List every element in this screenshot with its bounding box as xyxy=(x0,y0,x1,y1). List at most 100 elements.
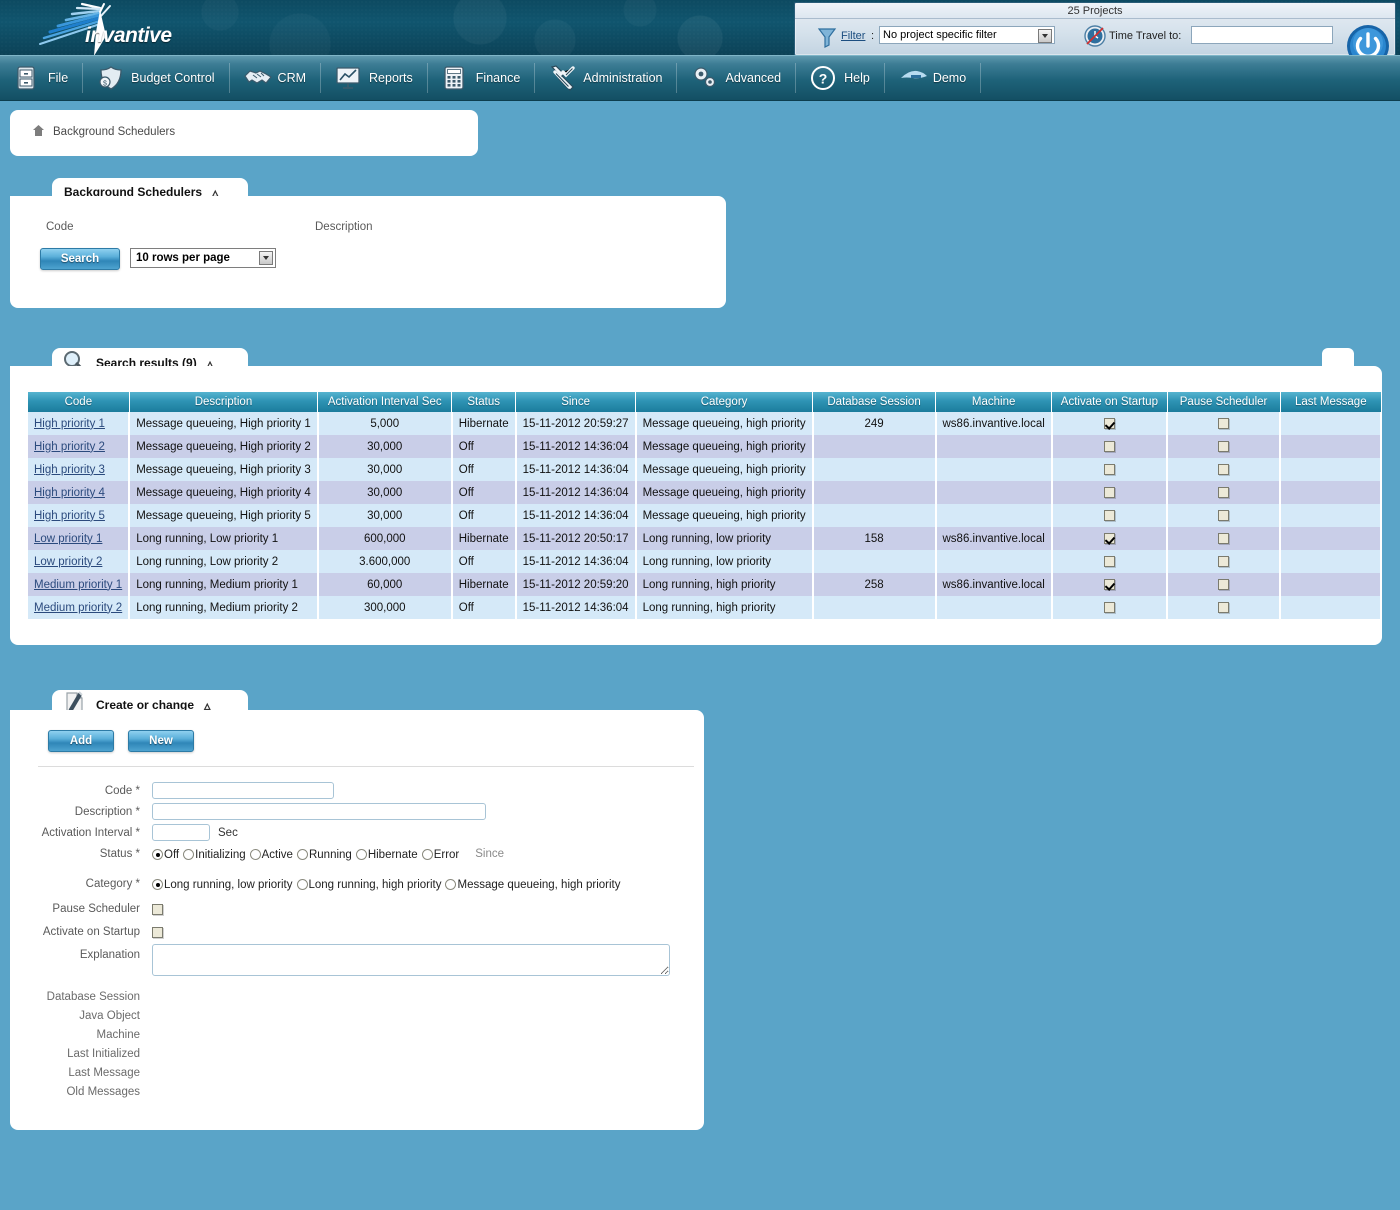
status-radio[interactable] xyxy=(152,849,163,861)
status-option-label[interactable]: Initializing xyxy=(195,849,246,861)
cell-pause-scheduler[interactable] xyxy=(1167,573,1282,596)
row-code-link[interactable]: Medium priority 1 xyxy=(34,579,122,591)
home-icon[interactable] xyxy=(32,124,45,140)
col-machine[interactable]: Machine xyxy=(935,392,1053,412)
cell-code[interactable]: Low priority 1 xyxy=(28,527,131,550)
table-row[interactable]: High priority 5 Message queueing, High pr… xyxy=(28,504,1382,527)
cell-activate-on-startup[interactable] xyxy=(1051,481,1169,504)
col-status[interactable]: Status xyxy=(451,392,517,412)
menu-item-advanced[interactable]: Advanced xyxy=(677,55,795,101)
col-interval[interactable]: Activation Interval Sec xyxy=(317,392,453,412)
table-row[interactable]: High priority 3 Message queueing, High pr… xyxy=(28,458,1382,481)
category-radio[interactable] xyxy=(296,879,308,891)
status-option-label[interactable]: Error xyxy=(434,849,460,861)
time-travel-input[interactable] xyxy=(1191,26,1333,44)
cell-code[interactable]: High priority 1 xyxy=(28,412,131,435)
menu-item-finance[interactable]: Finance xyxy=(428,55,534,101)
row-code-link[interactable]: Low priority 2 xyxy=(34,556,102,568)
checkbox[interactable] xyxy=(1103,555,1115,567)
category-radio-group[interactable]: Long running, low priority Long running, … xyxy=(152,877,625,891)
cell-code[interactable]: High priority 2 xyxy=(28,435,131,458)
menu-item-crm[interactable]: CRM xyxy=(230,55,320,101)
checkbox[interactable] xyxy=(1103,532,1115,544)
form-code-input[interactable] xyxy=(152,782,334,799)
cell-code[interactable]: Medium priority 2 xyxy=(28,596,131,619)
category-radio[interactable] xyxy=(152,879,163,891)
row-code-link[interactable]: High priority 3 xyxy=(34,464,105,476)
rows-per-page-select[interactable]: 10 rows per page xyxy=(130,248,276,268)
row-code-link[interactable]: High priority 1 xyxy=(34,418,105,430)
table-row[interactable]: High priority 4 Message queueing, High pr… xyxy=(28,481,1382,504)
cell-activate-on-startup[interactable] xyxy=(1051,573,1169,596)
menu-item-help[interactable]: ? Help xyxy=(796,55,884,101)
category-option-label[interactable]: Long running, high priority xyxy=(309,879,442,891)
cell-pause-scheduler[interactable] xyxy=(1167,527,1282,550)
row-code-link[interactable]: Medium priority 2 xyxy=(34,602,122,614)
checkbox[interactable] xyxy=(1103,601,1115,613)
cell-pause-scheduler[interactable] xyxy=(1167,412,1282,435)
cell-pause-scheduler[interactable] xyxy=(1167,458,1282,481)
checkbox[interactable] xyxy=(1103,417,1115,429)
col-since[interactable]: Since xyxy=(515,392,637,412)
new-button[interactable]: New xyxy=(128,730,194,752)
cell-code[interactable]: High priority 5 xyxy=(28,504,131,527)
checkbox[interactable] xyxy=(1218,463,1230,475)
checkbox[interactable] xyxy=(1103,578,1115,590)
status-option-label[interactable]: Running xyxy=(309,849,352,861)
menu-item-budget-control[interactable]: $ Budget Control xyxy=(83,55,228,101)
add-button[interactable]: Add xyxy=(48,730,114,752)
table-row[interactable]: High priority 2 Message queueing, High pr… xyxy=(28,435,1382,458)
status-option-label[interactable]: Active xyxy=(262,849,293,861)
table-row[interactable]: High priority 1 Message queueing, High pr… xyxy=(28,412,1382,435)
checkbox[interactable] xyxy=(1218,486,1230,498)
menu-item-administration[interactable]: Administration xyxy=(535,55,676,101)
checkbox[interactable] xyxy=(1218,578,1230,590)
checkbox[interactable] xyxy=(1218,417,1230,429)
chevron-down-icon[interactable] xyxy=(1038,29,1052,43)
form-explanation-input[interactable] xyxy=(152,944,670,976)
table-row[interactable]: Low priority 1 Long running, Low priority… xyxy=(28,527,1382,550)
status-radio[interactable] xyxy=(296,849,308,861)
status-radio[interactable] xyxy=(355,849,367,861)
checkbox[interactable] xyxy=(1218,601,1230,613)
cell-pause-scheduler[interactable] xyxy=(1167,550,1282,573)
row-code-link[interactable]: High priority 2 xyxy=(34,441,105,453)
filter-link[interactable]: Filter xyxy=(841,30,865,42)
status-radio[interactable] xyxy=(249,849,261,861)
checkbox[interactable] xyxy=(1218,555,1230,567)
row-code-link[interactable]: Low priority 1 xyxy=(34,533,102,545)
cell-activate-on-startup[interactable] xyxy=(1051,550,1169,573)
table-row[interactable]: Low priority 2 Long running, Low priority… xyxy=(28,550,1382,573)
col-session[interactable]: Database Session xyxy=(812,392,936,412)
checkbox[interactable] xyxy=(1103,486,1115,498)
cell-pause-scheduler[interactable] xyxy=(1167,504,1282,527)
cell-activate-on-startup[interactable] xyxy=(1051,435,1169,458)
row-code-link[interactable]: High priority 5 xyxy=(34,510,105,522)
cell-activate-on-startup[interactable] xyxy=(1051,458,1169,481)
form-description-input[interactable] xyxy=(152,803,486,820)
cell-pause-scheduler[interactable] xyxy=(1167,435,1282,458)
status-option-label[interactable]: Off xyxy=(164,849,179,861)
status-radio-group[interactable]: Off Initializing Active Running Hibernate Err… xyxy=(152,847,463,861)
cell-activate-on-startup[interactable] xyxy=(1051,596,1169,619)
menu-item-reports[interactable]: Reports xyxy=(321,55,427,101)
checkbox[interactable] xyxy=(1103,440,1115,452)
col-pause[interactable]: Pause Scheduler xyxy=(1167,392,1281,412)
checkbox[interactable] xyxy=(1103,509,1115,521)
checkbox[interactable] xyxy=(1218,509,1230,521)
cell-code[interactable]: Low priority 2 xyxy=(28,550,131,573)
col-code[interactable]: Code xyxy=(28,392,130,412)
cell-code[interactable]: High priority 4 xyxy=(28,481,131,504)
project-filter-select[interactable]: No project specific filter xyxy=(879,26,1055,44)
cell-pause-scheduler[interactable] xyxy=(1167,596,1282,619)
form-activation-input[interactable] xyxy=(152,824,210,841)
checkbox[interactable] xyxy=(1103,463,1115,475)
menu-item-demo[interactable]: Demo xyxy=(885,55,980,101)
cell-code[interactable]: Medium priority 1 xyxy=(28,573,131,596)
col-category[interactable]: Category xyxy=(635,392,814,412)
category-option-label[interactable]: Message queueing, high priority xyxy=(457,879,620,891)
col-description[interactable]: Description xyxy=(129,392,319,412)
table-row[interactable]: Medium priority 1 Long running, Medium pr… xyxy=(28,573,1382,596)
col-activate[interactable]: Activate on Startup xyxy=(1051,392,1168,412)
search-button[interactable]: Search xyxy=(40,248,120,270)
